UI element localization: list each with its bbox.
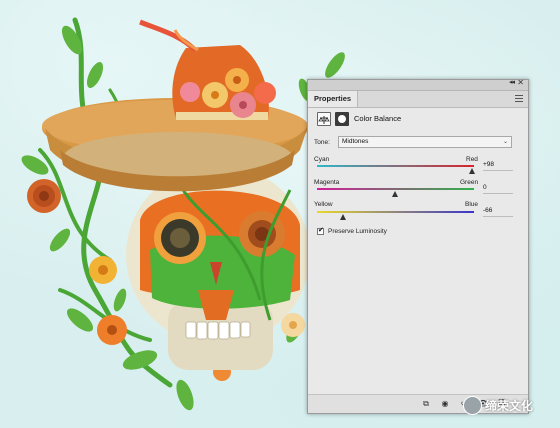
close-icon[interactable]: ✕ bbox=[517, 78, 524, 87]
yellow-flower-left bbox=[89, 256, 117, 284]
panel-titlebar[interactable]: ◂◂ ✕ bbox=[308, 78, 528, 91]
magenta-green-value-field[interactable]: 0 bbox=[483, 183, 513, 194]
orange-flower-bottom-left bbox=[97, 315, 127, 345]
chevron-down-icon: ⌄ bbox=[502, 139, 508, 145]
clip-to-layer-icon[interactable]: ⧉ bbox=[420, 398, 432, 409]
preserve-luminosity-label: Preserve Luminosity bbox=[328, 228, 387, 235]
orange-rose-left bbox=[27, 179, 61, 213]
slider-red-label: Red bbox=[466, 156, 478, 163]
slider-blue-label: Blue bbox=[465, 201, 479, 208]
properties-panel: ◂◂ ✕ Properties Color Balance Tone: Midt… bbox=[307, 78, 529, 414]
preserve-luminosity-checkbox[interactable]: ✔ bbox=[317, 227, 324, 235]
yellow-blue-slider-thumb[interactable] bbox=[340, 214, 347, 220]
slider-cyan-label: Cyan bbox=[314, 156, 330, 163]
slider-yellow-label: Yellow bbox=[314, 201, 333, 208]
cyan-red-slider-thumb[interactable] bbox=[468, 168, 475, 174]
tone-label: Tone: bbox=[314, 139, 330, 146]
cyan-red-value-field[interactable]: +98 bbox=[483, 160, 513, 171]
wechat-logo-icon bbox=[463, 396, 482, 415]
tone-select[interactable]: Midtones ⌄ bbox=[338, 136, 512, 148]
slider-green-label: Green bbox=[460, 179, 479, 186]
collapse-panel-icon[interactable]: ◂◂ bbox=[509, 78, 515, 86]
tab-properties[interactable]: Properties bbox=[308, 91, 359, 107]
checkmark-icon: ✔ bbox=[318, 227, 324, 234]
yellow-blue-value-field[interactable]: -66 bbox=[483, 206, 513, 217]
adjustment-title: Color Balance bbox=[354, 114, 402, 123]
skull bbox=[126, 165, 310, 370]
view-previous-icon[interactable]: ◉ bbox=[439, 398, 451, 409]
color-balance-icon[interactable] bbox=[317, 112, 331, 126]
layer-mask-icon[interactable] bbox=[335, 112, 349, 126]
image-canvas: ◂◂ ✕ Properties Color Balance Tone: Midt… bbox=[0, 0, 560, 428]
cyan-red-slider-track[interactable] bbox=[317, 165, 474, 167]
panel-menu-icon[interactable] bbox=[515, 95, 523, 102]
adjustment-header: Color Balance bbox=[308, 110, 528, 132]
yellow-blue-slider-track[interactable] bbox=[317, 211, 474, 213]
slider-magenta-label: Magenta bbox=[314, 179, 340, 186]
balance-scale-icon bbox=[318, 116, 330, 124]
magenta-green-slider-thumb[interactable] bbox=[392, 191, 398, 197]
tone-selected-value: Midtones bbox=[342, 138, 369, 145]
watermark-text: 缔荣文化 bbox=[485, 399, 534, 413]
magenta-green-slider-track[interactable] bbox=[317, 188, 474, 190]
panel-tabbar: Properties bbox=[308, 91, 528, 108]
